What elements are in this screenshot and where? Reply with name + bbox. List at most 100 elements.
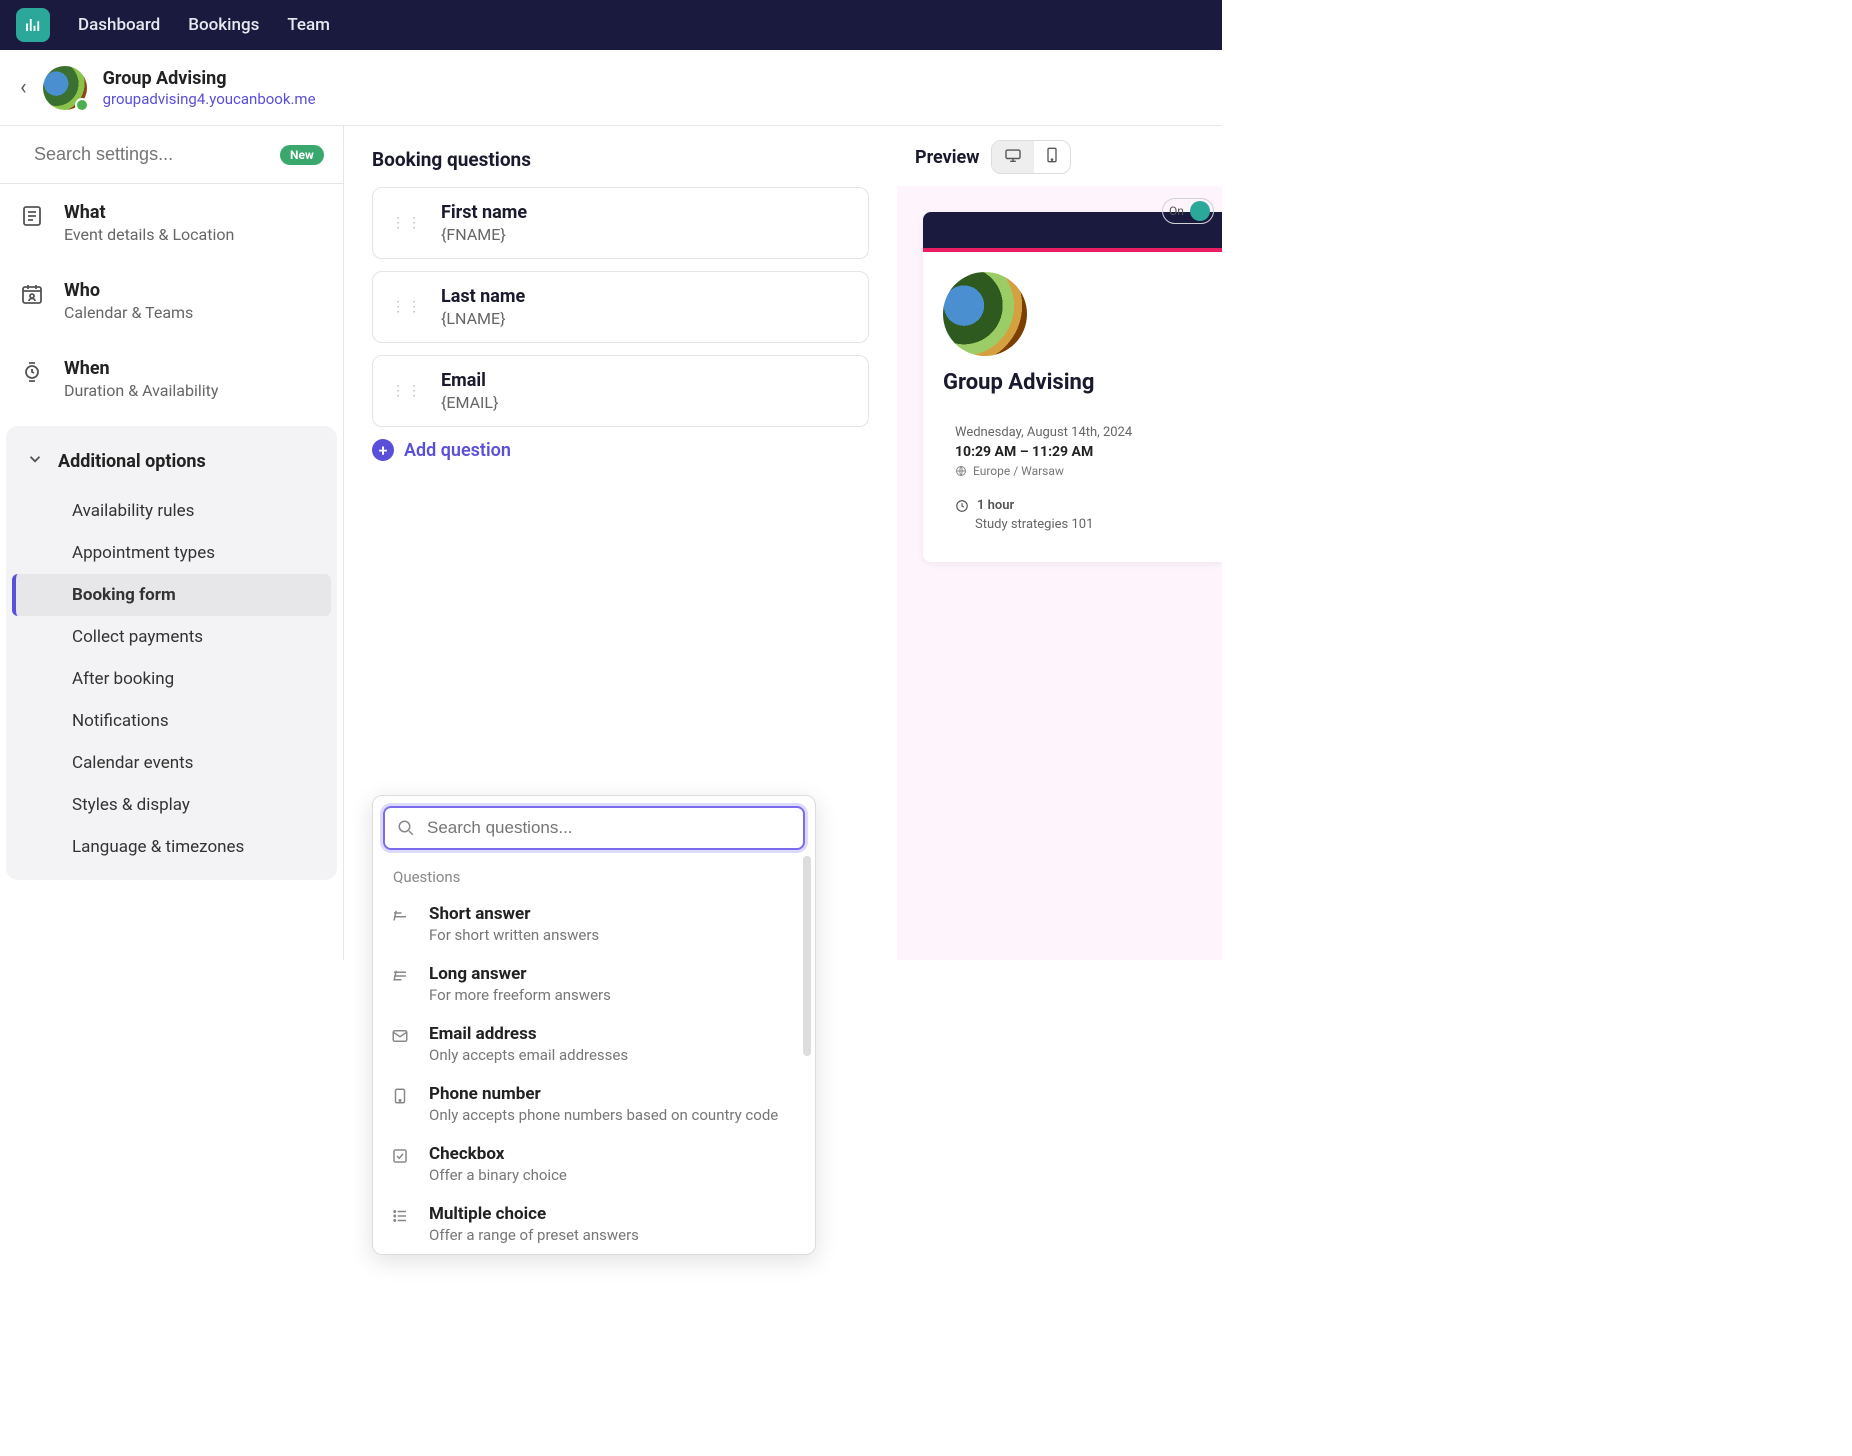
field-code: {LNAME} [441, 309, 525, 328]
sidebar-subitem[interactable]: Calendar events [12, 742, 331, 784]
page-url-link[interactable]: groupadvising4.youcanbook.me [103, 90, 316, 108]
drag-handle-icon[interactable]: ⋮⋮ [391, 383, 423, 399]
sidebar-title: What [64, 202, 234, 223]
main-panel: Booking questions ⋮⋮First name{FNAME}⋮⋮L… [344, 126, 897, 960]
sidebar-subtitle: Calendar & Teams [64, 303, 193, 322]
sidebar-group-title: Additional options [58, 451, 206, 472]
list-icon [391, 1207, 413, 1230]
sidebar-group-additional: Additional options Availability rulesApp… [6, 426, 337, 880]
dropdown-search-input[interactable] [427, 818, 791, 838]
globe-icon [955, 465, 967, 477]
sidebar-item-what[interactable]: What Event details & Location [0, 184, 343, 262]
sidebar-subtitle: Duration & Availability [64, 381, 218, 400]
drag-handle-icon[interactable]: ⋮⋮ [391, 299, 423, 315]
question-type-option[interactable]: Checkbox Offer a binary choice [383, 1134, 801, 1194]
sidebar-subitem[interactable]: After booking [12, 658, 331, 700]
dropdown-search[interactable] [383, 806, 805, 850]
settings-sidebar: New What Event details & Location Who Ca… [0, 126, 344, 960]
email-icon [391, 1027, 413, 1050]
preview-card: Group Advising Wednesday, August 14th, 2… [923, 212, 1222, 562]
sidebar-subitem[interactable]: Language & timezones [12, 826, 331, 868]
status-online-dot [75, 98, 89, 112]
phone-icon [391, 1087, 413, 1110]
feature-toggle[interactable]: On [1162, 198, 1214, 224]
question-type-option[interactable]: Multiple choiceOffer a range of preset a… [383, 1194, 801, 1254]
preview-topic: Study strategies 101 [975, 517, 1202, 532]
chevron-down-icon [26, 450, 44, 472]
option-description: For short written answers [429, 926, 599, 944]
new-badge: New [280, 145, 324, 165]
preview-label: Preview [915, 147, 979, 168]
question-type-option[interactable]: Long answer For more freeform answers [383, 954, 801, 1014]
field-label: First name [441, 202, 527, 223]
search-icon [397, 819, 415, 837]
doc-icon [20, 204, 46, 232]
device-mobile-button[interactable] [1034, 141, 1070, 173]
settings-search-input[interactable] [34, 144, 266, 165]
sidebar-subitem[interactable]: Notifications [12, 700, 331, 742]
preview-panel: Preview Group Advising Wednesday, August… [897, 126, 1222, 960]
page-title: Group Advising [103, 68, 316, 89]
field-card[interactable]: ⋮⋮ Last name {LNAME} [372, 271, 869, 343]
nav-dashboard[interactable]: Dashboard [78, 15, 160, 35]
sidebar-subitem[interactable]: Availability rules [12, 490, 331, 532]
sidebar-subitem[interactable]: Booking form [12, 574, 331, 616]
scrollbar[interactable] [803, 856, 811, 1056]
toggle-label: On [1169, 204, 1184, 218]
preview-duration: 1 hour [977, 498, 1014, 513]
preview-time: 10:29 AM – 11:29 AM [955, 444, 1202, 460]
question-type-option[interactable]: Short answer For short written answers [383, 894, 801, 954]
sidebar-item-who[interactable]: Who Calendar & Teams [0, 262, 343, 340]
question-type-option[interactable]: Email addressOnly accepts email addresse… [383, 1014, 801, 1074]
drag-handle-icon[interactable]: ⋮⋮ [391, 215, 423, 231]
option-title: Long answer [429, 964, 611, 984]
question-type-option[interactable]: Phone number Only accepts phone numbers b… [383, 1074, 801, 1134]
sidebar-subtitle: Event details & Location [64, 225, 234, 244]
calendar-user-icon [20, 282, 46, 310]
back-button[interactable]: ‹ [20, 75, 27, 100]
preview-date: Wednesday, August 14th, 2024 [955, 425, 1202, 440]
page-avatar [43, 66, 87, 110]
field-label: Last name [441, 286, 525, 307]
plus-circle-icon: + [372, 439, 394, 461]
nav-bookings[interactable]: Bookings [188, 15, 259, 35]
checkbox-icon [391, 1147, 413, 1170]
field-code: {EMAIL} [441, 393, 498, 412]
page-header: ‹ Group Advising groupadvising4.youcanbo… [0, 50, 1222, 126]
add-question-button[interactable]: + Add question [372, 439, 869, 461]
option-title: Checkbox [429, 1144, 567, 1164]
preview-timezone: Europe / Warsaw [973, 464, 1064, 478]
dropdown-section-label: Questions [383, 850, 805, 894]
add-question-label: Add question [404, 440, 511, 461]
sidebar-title: When [64, 358, 218, 379]
field-card[interactable]: ⋮⋮Email{EMAIL} [372, 355, 869, 427]
toggle-knob [1190, 201, 1210, 221]
device-desktop-button[interactable] [992, 141, 1034, 173]
sidebar-subitem[interactable]: Collect payments [12, 616, 331, 658]
short-text-icon [391, 907, 413, 930]
section-heading: Booking questions [372, 148, 869, 171]
nav-team[interactable]: Team [287, 15, 330, 35]
sidebar-group-toggle[interactable]: Additional options [6, 432, 337, 490]
clock-icon [955, 499, 969, 513]
sidebar-subitem[interactable]: Styles & display [12, 784, 331, 826]
option-description: Offer a binary choice [429, 1166, 567, 1184]
option-description: Only accepts phone numbers based on coun… [429, 1106, 778, 1124]
sidebar-subitem[interactable]: Appointment types [12, 532, 331, 574]
watch-icon [20, 360, 46, 388]
preview-avatar [943, 272, 1027, 356]
device-toggle [991, 140, 1071, 174]
long-text-icon [391, 967, 413, 990]
option-description: Only accepts email addresses [429, 1046, 628, 1064]
question-type-dropdown: Questions Short answer For short written … [372, 795, 816, 1255]
option-description: For more freeform answers [429, 986, 611, 1004]
sidebar-item-when[interactable]: When Duration & Availability [0, 340, 343, 418]
option-title: Short answer [429, 904, 599, 924]
sidebar-title: Who [64, 280, 193, 301]
option-title: Phone number [429, 1084, 778, 1104]
app-logo[interactable] [16, 8, 50, 42]
field-card[interactable]: ⋮⋮First name{FNAME} [372, 187, 869, 259]
preview-title: Group Advising [943, 370, 1202, 395]
settings-search[interactable]: New [0, 126, 343, 184]
topbar: Dashboard Bookings Team [0, 0, 1222, 50]
